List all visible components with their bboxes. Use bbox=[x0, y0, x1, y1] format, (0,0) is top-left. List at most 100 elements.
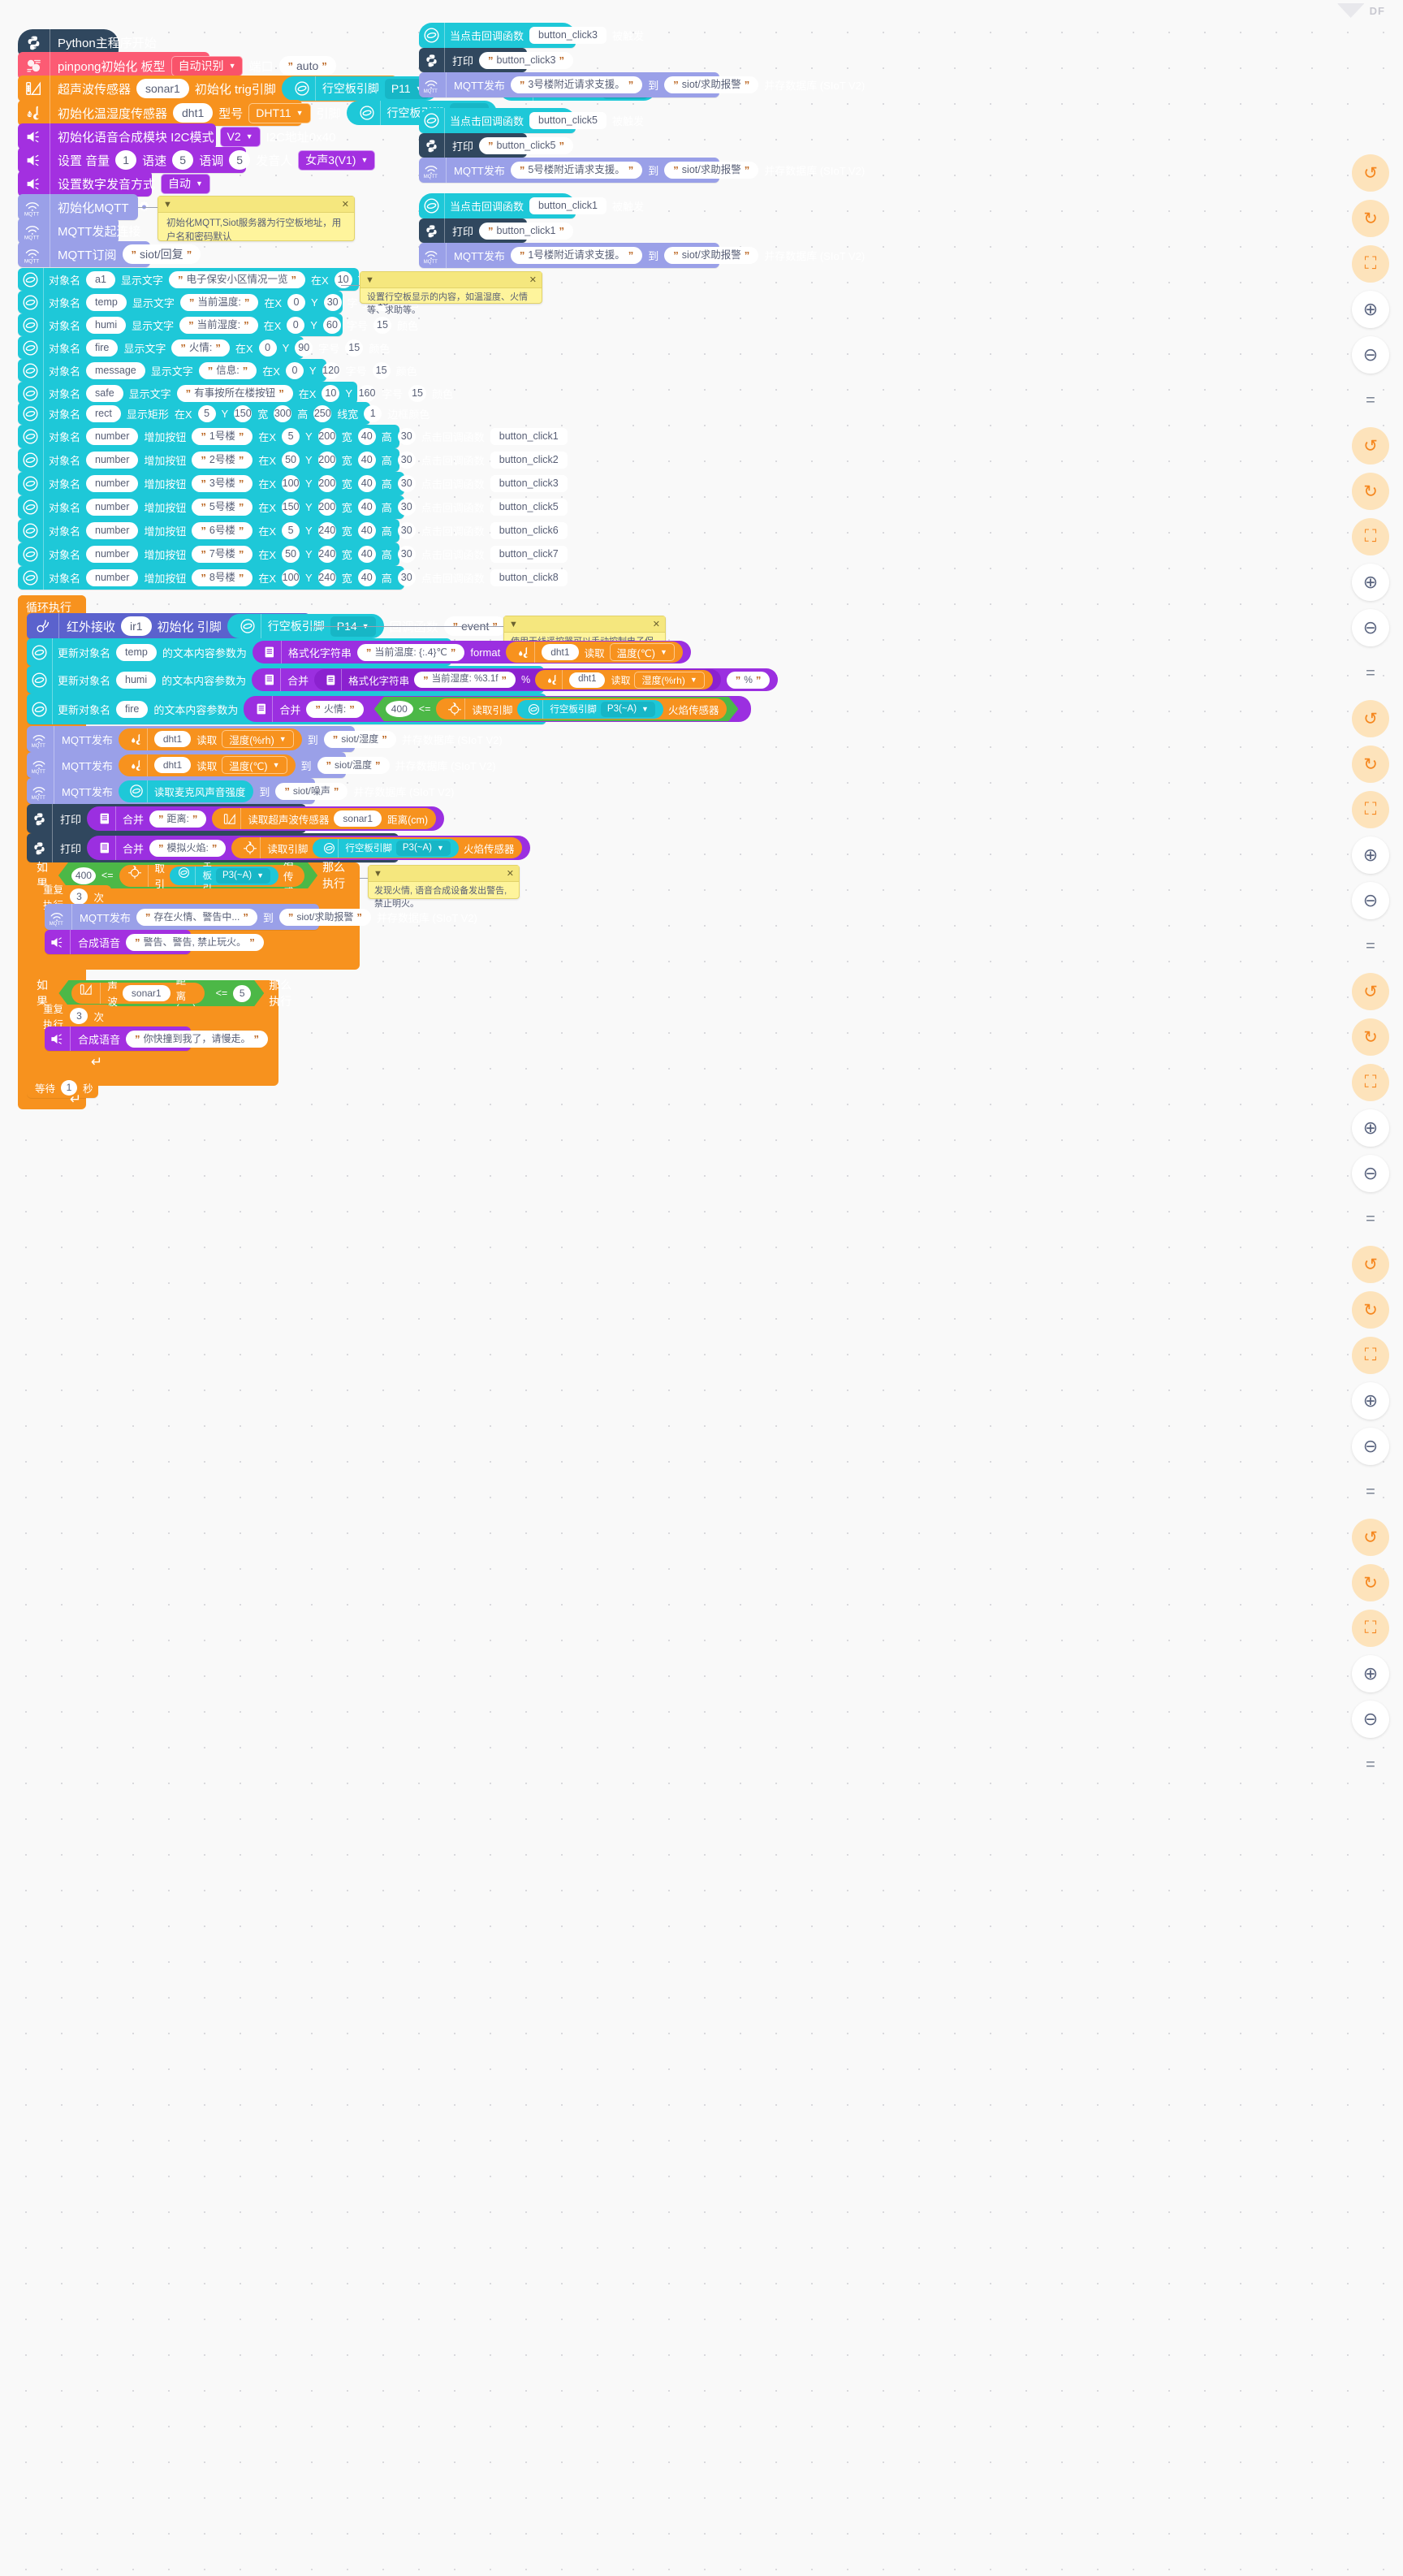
printfire-text-field[interactable]: 模拟火焰: bbox=[149, 839, 227, 857]
zoom-in-button[interactable]: ⊕ bbox=[1352, 1382, 1389, 1420]
humi-tail-field[interactable]: % bbox=[726, 671, 771, 689]
comment-titlebar[interactable]: ▼ ✕ bbox=[158, 197, 354, 213]
fire-threshold-field[interactable]: 400 bbox=[386, 701, 413, 717]
btn-w-field[interactable]: 40 bbox=[357, 452, 376, 469]
callback-topic-field[interactable]: siot/求助报警 bbox=[664, 76, 759, 93]
callback-fn-field[interactable]: button_click5 bbox=[529, 112, 607, 129]
rect-y-field[interactable]: 150 bbox=[234, 404, 253, 422]
callback-hat-button_click3[interactable]: 当点击回调函数 button_click3 被触发 bbox=[419, 23, 644, 48]
add-button-block-button_click7[interactable]: 对象名 number 增加按钮 7号楼在X 50 Y 240 宽 40 高 30 点击回调函数 butt… bbox=[18, 542, 568, 566]
btn-text-field[interactable]: 7号楼 bbox=[192, 546, 253, 563]
btn-text-field[interactable]: 2号楼 bbox=[192, 452, 253, 469]
btn-y-field[interactable]: 200 bbox=[317, 428, 336, 445]
btn-text-field[interactable]: 8号楼 bbox=[192, 569, 253, 586]
callback-print-text[interactable]: button_click3 bbox=[479, 51, 573, 69]
display-text-field[interactable]: 火情: bbox=[171, 339, 230, 357]
sonar-field-dist[interactable]: sonar1 bbox=[334, 810, 382, 827]
btn-cb-field[interactable]: button_click5 bbox=[490, 499, 568, 516]
zoom-reset-button[interactable]: = bbox=[1352, 1200, 1389, 1238]
callback-print-button_click5[interactable]: 打印 button_click5 bbox=[419, 133, 573, 158]
compare-hexa-fire[interactable]: 400 <= 读取引脚 行空板引脚 P3(~A) ▼ 火焰传感器 bbox=[374, 697, 739, 721]
display-rect-block[interactable]: 对象名 rect 显示矩形 在X 5 Y 150 宽 300 高 250 线宽 … bbox=[18, 402, 430, 425]
crop-button[interactable]: ⛶ bbox=[1352, 1610, 1389, 1647]
comment-close-icon[interactable]: ✕ bbox=[507, 868, 514, 879]
undo-button[interactable]: ↺ bbox=[1352, 154, 1389, 192]
display-x-field[interactable]: 0 bbox=[285, 361, 304, 379]
redo-button[interactable]: ↻ bbox=[1352, 1291, 1389, 1329]
display-obj-field[interactable]: fire bbox=[86, 339, 119, 357]
sonar-trig-pin-reporter[interactable]: 行空板引脚 P11▼ bbox=[281, 76, 438, 101]
topic-field-pub-temp[interactable]: siot/温度 bbox=[317, 756, 390, 774]
sonar-init-block[interactable]: 超声波传感器 sonar1 初始化 trig引脚 行空板引脚 P11▼ echo… bbox=[18, 76, 657, 102]
display-x-field[interactable]: 10 bbox=[322, 384, 340, 402]
add-button-block-button_click8[interactable]: 对象名 number 增加按钮 8号楼在X 100 Y 240 宽 40 高 30 点击回调函数 but… bbox=[18, 566, 568, 590]
btn-cb-field[interactable]: button_click1 bbox=[490, 428, 568, 445]
dht-model-dropdown[interactable]: DHT11 ▼ bbox=[248, 102, 311, 123]
callback-print-text[interactable]: button_click5 bbox=[479, 136, 573, 154]
btn-text-field[interactable]: 5号楼 bbox=[192, 499, 253, 516]
display-y-field[interactable]: 30 bbox=[323, 293, 342, 311]
analog-read-reporter-printfire[interactable]: 读取引脚 行空板引脚 P3(~A) ▼ 火焰传感器 bbox=[231, 837, 523, 858]
btn-y-field[interactable]: 200 bbox=[317, 499, 336, 516]
format-string-field[interactable]: 当前温度: {:.4}℃ bbox=[356, 643, 465, 661]
zoom-out-button[interactable]: ⊖ bbox=[1352, 1701, 1389, 1738]
redo-button[interactable]: ↻ bbox=[1352, 746, 1389, 783]
btn-h-field[interactable]: 30 bbox=[397, 475, 416, 492]
btn-w-field[interactable]: 40 bbox=[357, 522, 376, 539]
rect-lw-field[interactable]: 1 bbox=[364, 404, 382, 422]
display-x-field[interactable]: 0 bbox=[258, 339, 277, 357]
print-distance-block[interactable]: 打印 合并 距离: 读取超声波传感器 sonar1 距离(cm) bbox=[27, 804, 445, 833]
dht-sensor-field-humi[interactable]: dht1 bbox=[569, 672, 606, 688]
callback-print-button_click3[interactable]: 打印 button_click3 bbox=[419, 48, 573, 72]
update-temp-block[interactable]: 更新对象名 temp 的文本内容参数为 格式化字符串 当前温度: {:.4}℃ … bbox=[27, 638, 691, 666]
dht-field-pub-humi[interactable]: dht1 bbox=[153, 731, 192, 747]
speech-init-block[interactable]: 初始化语音合成模块 I2C模式 V2 ▼ I2C地址0x40 bbox=[18, 123, 335, 149]
rect-h-field[interactable]: 250 bbox=[313, 404, 332, 422]
dht-field-pub-temp[interactable]: dht1 bbox=[153, 757, 192, 773]
format-string-field-humi[interactable]: 当前湿度: %3.1f bbox=[414, 672, 516, 688]
btn-obj-field[interactable]: number bbox=[86, 499, 139, 516]
add-button-block-button_click1[interactable]: 对象名 number 增加按钮 1号楼在X 5Y 200 宽 40 高 30 点击回调函数 butto… bbox=[18, 425, 568, 448]
btn-y-field[interactable]: 240 bbox=[317, 522, 336, 539]
rect-w-field[interactable]: 300 bbox=[274, 404, 292, 422]
format-string-reporter-humi[interactable]: 格式化字符串 当前湿度: %3.1f % dht1 读取 湿度(%rh)▼ bbox=[314, 669, 721, 690]
speech-number-dropdown[interactable]: 自动 ▼ bbox=[161, 173, 210, 194]
redo-button[interactable]: ↻ bbox=[1352, 1018, 1389, 1056]
board-pin-reporter-printfire[interactable]: 行空板引脚 P3(~A) ▼ bbox=[313, 838, 459, 858]
topic-field-pub-humi[interactable]: siot/湿度 bbox=[323, 730, 396, 748]
speech-version-dropdown[interactable]: V2 ▼ bbox=[219, 126, 261, 147]
display-text-field[interactable]: 电子保安小区情况一览 bbox=[168, 270, 305, 288]
topic-field-pub-noise[interactable]: siot/噪声 bbox=[275, 782, 348, 800]
zoom-reset-button[interactable]: = bbox=[1352, 382, 1389, 419]
mqtt-subscribe-block[interactable]: MQTT MQTT订阅 siot/回复 bbox=[18, 241, 201, 267]
comment-titlebar-3[interactable]: ▼ ✕ bbox=[504, 616, 665, 633]
mqtt-publish-humi-block[interactable]: MQTT MQTT发布 dht1 读取 湿度(%rh)▼ 到 siot/湿度 并… bbox=[27, 726, 503, 752]
speech-voice-dropdown[interactable]: 女声3(V1) ▼ bbox=[298, 149, 376, 171]
btn-obj-field[interactable]: number bbox=[86, 428, 139, 445]
comment-titlebar-2[interactable]: ▼ ✕ bbox=[360, 272, 542, 288]
sonar-name-field[interactable]: sonar1 bbox=[136, 79, 189, 98]
pinpong-board-dropdown[interactable]: 自动识别 ▼ bbox=[171, 55, 244, 76]
read-dropdown-pub-humi[interactable]: 湿度(%rh) ▼ bbox=[222, 730, 294, 748]
display-text-field[interactable]: 当前湿度: bbox=[179, 316, 258, 334]
zoom-out-button[interactable]: ⊖ bbox=[1352, 336, 1389, 374]
speak-dist-block[interactable]: 合成语音 你快撞到我了，请慢走。 bbox=[45, 1027, 269, 1051]
zoom-out-button[interactable]: ⊖ bbox=[1352, 1428, 1389, 1465]
btn-text-field[interactable]: 3号楼 bbox=[192, 475, 253, 492]
callback-publish-button_click3[interactable]: MQTT MQTT发布 3号楼附近请求支援。到 siot/求助报警并存数据库 (SIo… bbox=[419, 72, 865, 97]
if-dist-threshold[interactable]: 5 bbox=[233, 985, 251, 1002]
dht-read-dropdown-humi[interactable]: 湿度(%rh) ▼ bbox=[634, 671, 705, 689]
crop-button[interactable]: ⛶ bbox=[1352, 1064, 1389, 1101]
zoom-in-button[interactable]: ⊕ bbox=[1352, 564, 1389, 601]
btn-w-field[interactable]: 40 bbox=[357, 546, 376, 563]
topic-field-pub-fire[interactable]: siot/求助报警 bbox=[278, 908, 371, 926]
crop-button[interactable]: ⛶ bbox=[1352, 791, 1389, 828]
btn-w-field[interactable]: 40 bbox=[357, 475, 376, 492]
speech-speed-field[interactable]: 5 bbox=[172, 150, 194, 170]
rect-x-field[interactable]: 5 bbox=[197, 404, 216, 422]
repeat-fire-count[interactable]: 3 bbox=[70, 888, 88, 905]
btn-x-field[interactable]: 150 bbox=[282, 499, 300, 516]
callback-print-button_click1[interactable]: 打印 button_click1 bbox=[419, 218, 573, 243]
update-humi-obj[interactable]: humi bbox=[116, 671, 157, 689]
if-fire-threshold[interactable]: 400 bbox=[71, 867, 96, 884]
